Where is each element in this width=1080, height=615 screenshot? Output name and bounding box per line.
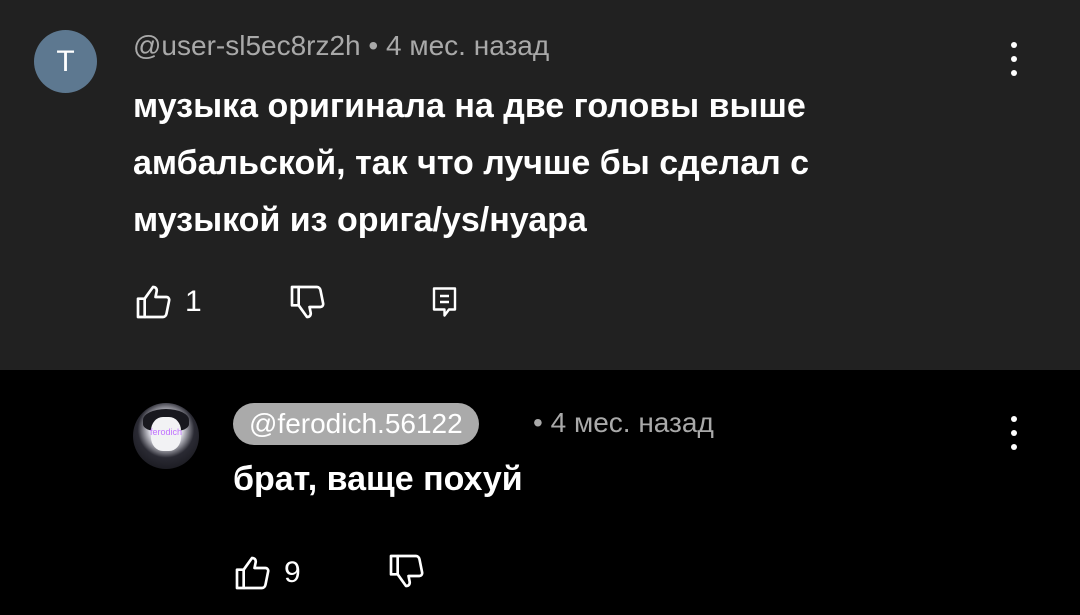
comment-time: 4 мес. назад xyxy=(550,407,714,438)
author-handle-pill[interactable]: @ferodich.56122 xyxy=(233,403,479,445)
like-button[interactable]: 9 xyxy=(232,553,301,593)
avatar[interactable]: T xyxy=(34,30,97,93)
thumbs-down-icon xyxy=(290,285,325,319)
reply-button[interactable] xyxy=(428,284,464,320)
author-handle[interactable]: @user-sl5ec8rz2h xyxy=(133,30,361,61)
like-button[interactable]: 1 xyxy=(133,282,202,322)
thumbs-down-icon xyxy=(389,554,424,588)
more-vertical-icon[interactable] xyxy=(1004,42,1024,76)
comment-meta: @user-sl5ec8rz2h • 4 мес. назад xyxy=(133,30,549,62)
comment-meta: • 4 мес. назад xyxy=(533,407,714,439)
comment-text: брат, ваще похуй xyxy=(233,460,523,498)
meta-separator: • xyxy=(533,407,543,438)
avatar-letter: T xyxy=(56,44,75,78)
reply-icon xyxy=(432,287,457,317)
like-count: 9 xyxy=(284,556,301,589)
meta-separator: • xyxy=(368,30,379,61)
thumbs-up-icon xyxy=(235,556,270,590)
comment-time: 4 мес. назад xyxy=(386,30,550,61)
dislike-button[interactable] xyxy=(386,551,426,591)
avatar[interactable]: ferodich xyxy=(133,403,199,469)
like-count: 1 xyxy=(185,285,202,318)
more-vertical-icon[interactable] xyxy=(1004,416,1024,450)
dislike-button[interactable] xyxy=(287,282,327,322)
avatar-label: ferodich xyxy=(149,427,183,437)
comment-text: музыка оригинала на две головы выше амба… xyxy=(133,87,810,239)
comment-card: T @user-sl5ec8rz2h • 4 мес. назад музыка… xyxy=(0,0,1080,370)
thumbs-up-icon xyxy=(136,285,171,319)
